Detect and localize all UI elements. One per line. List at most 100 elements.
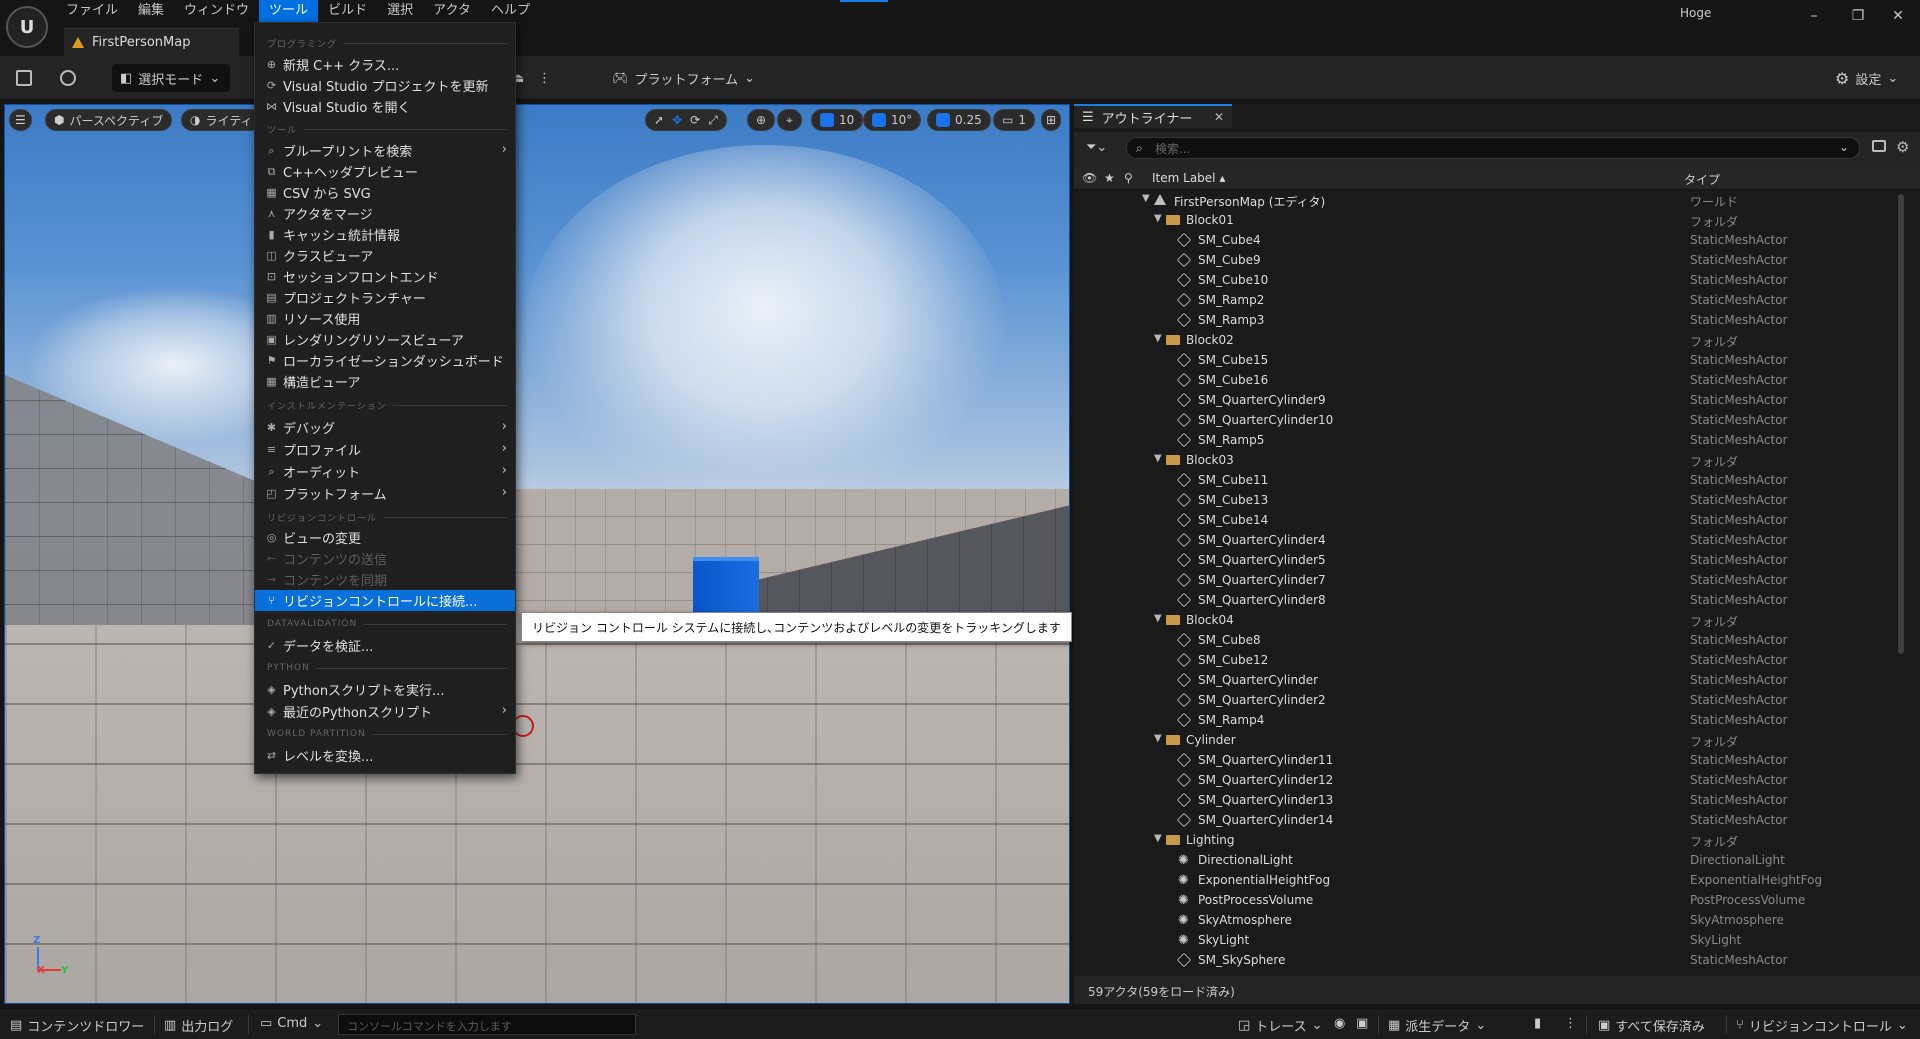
tree-row[interactable]: ✺ SkyAtmosphere SkyAtmosphere <box>1074 910 1902 930</box>
tree-row[interactable]: SM_QuarterCylinder5 StaticMeshActor <box>1074 550 1902 570</box>
tree-row[interactable]: SM_QuarterCylinder12 StaticMeshActor <box>1074 770 1902 790</box>
unreal-logo-icon[interactable]: U <box>6 6 48 48</box>
column-item-label[interactable]: Item Label ▴ <box>1152 171 1225 185</box>
tree-row[interactable]: SM_QuarterCylinder13 StaticMeshActor <box>1074 790 1902 810</box>
menu-cpp-header-preview[interactable]: ⧉ C++ヘッダプレビュー <box>255 161 515 182</box>
menu-debug[interactable]: ✱ デバッグ › <box>255 417 515 438</box>
menu-select[interactable]: 選択 <box>377 0 423 22</box>
menu-window[interactable]: ウィンドウ <box>174 0 259 22</box>
lighting-button[interactable]: ◑ ライティ <box>181 109 262 131</box>
screenshot-icon[interactable]: ▣ <box>1356 1016 1368 1031</box>
perspective-button[interactable]: ⬢ パースペクティブ <box>45 109 173 131</box>
tree-row[interactable]: ✺ PostProcessVolume PostProcessVolume <box>1074 890 1902 910</box>
save-icon[interactable] <box>16 64 32 92</box>
user-name[interactable]: Hoge <box>1680 6 1780 20</box>
star-icon[interactable]: ★ <box>1104 171 1115 185</box>
menu-csv-to-svg[interactable]: ▦ CSV から SVG <box>255 182 515 203</box>
world-local-toggle[interactable]: ⊕ <box>747 109 776 131</box>
tree-row[interactable]: SM_Cube10 StaticMeshActor <box>1074 270 1902 290</box>
tree-row[interactable]: SM_Ramp4 StaticMeshActor <box>1074 710 1902 730</box>
tree-row[interactable]: SM_Cube11 StaticMeshActor <box>1074 470 1902 490</box>
tree-row[interactable]: SM_QuarterCylinder9 StaticMeshActor <box>1074 390 1902 410</box>
browse-icon[interactable] <box>60 64 76 92</box>
close-window-icon[interactable]: ✕ <box>1876 0 1920 32</box>
add-folder-icon[interactable] <box>1872 140 1886 152</box>
tree-row[interactable]: SM_QuarterCylinder11 StaticMeshActor <box>1074 750 1902 770</box>
tree-row[interactable]: SM_Cube15 StaticMeshActor <box>1074 350 1902 370</box>
menu-project-launcher[interactable]: ▤ プロジェクトランチャー <box>255 287 515 308</box>
tree-row[interactable]: SM_QuarterCylinder10 StaticMeshActor <box>1074 410 1902 430</box>
tree-row[interactable]: ✺ SkyLight SkyLight <box>1074 930 1902 950</box>
camera-speed-button[interactable]: ▭ 1 <box>993 109 1035 131</box>
expand-arrow-icon[interactable]: ▼ <box>1154 833 1162 844</box>
blue-cube[interactable] <box>693 557 759 619</box>
menu-cache-stats[interactable]: ▮ キャッシュ統計情報 <box>255 224 515 245</box>
rotate-icon[interactable]: ⟳ <box>690 113 700 127</box>
rotation-snap-button[interactable]: 10° <box>863 109 922 131</box>
menu-recent-python[interactable]: ◈ 最近のPythonスクリプト › <box>255 701 515 722</box>
settings-button[interactable]: ⚙ 設定 ⌄ <box>1835 64 1898 92</box>
menu-sync-content[interactable]: → コンテンツを同期 <box>255 569 515 590</box>
menu-profile[interactable]: ≡ プロファイル › <box>255 439 515 460</box>
tree-row[interactable]: SM_QuarterCylinder7 StaticMeshActor <box>1074 570 1902 590</box>
menu-run-python[interactable]: ◈ Pythonスクリプトを実行... <box>255 679 515 700</box>
outliner-scrollbar[interactable] <box>1898 194 1904 654</box>
derived-data-button[interactable]: ▦ 派生データ ⌄ <box>1388 1016 1486 1035</box>
menu-localization-dashboard[interactable]: ⚑ ローカライゼーションダッシュボード <box>255 350 515 371</box>
level-tab[interactable]: FirstPersonMap <box>64 28 239 56</box>
more-icon[interactable]: ⋮ <box>1564 1016 1577 1031</box>
tree-row[interactable]: SM_QuarterCylinder2 StaticMeshActor <box>1074 690 1902 710</box>
menu-find-blueprint[interactable]: ⌕ ブループリントを検索 › <box>255 140 515 161</box>
surface-snap-toggle[interactable]: ⌖ <box>777 109 802 131</box>
tree-row[interactable]: SM_Ramp5 StaticMeshActor <box>1074 430 1902 450</box>
menu-merge-actors[interactable]: ⋏ アクタをマージ <box>255 203 515 224</box>
folder-row[interactable]: ▼ Block03 フォルダ <box>1074 450 1902 470</box>
menu-connect-revision-control[interactable]: ⑂ リビジョンコントロールに接続... <box>255 590 515 611</box>
tree-row[interactable]: SM_SkySphere StaticMeshActor <box>1074 950 1902 970</box>
stats-icon[interactable]: ▮ <box>1534 1016 1541 1031</box>
expand-arrow-icon[interactable]: ▼ <box>1154 453 1162 464</box>
menu-new-cpp-class[interactable]: ⊕ 新規 C++ クラス... <box>255 54 515 75</box>
folder-row[interactable]: ▼ Block04 フォルダ <box>1074 610 1902 630</box>
outliner-tab[interactable]: ☰ アウトライナー ✕ <box>1074 104 1232 128</box>
menu-validate-data[interactable]: ✓ データを検証... <box>255 635 515 656</box>
menu-open-vs[interactable]: ⋈ Visual Studio を開く <box>255 96 515 117</box>
menu-build[interactable]: ビルド <box>318 0 377 22</box>
tree-row[interactable]: ✺ DirectionalLight DirectionalLight <box>1074 850 1902 870</box>
expand-arrow-icon[interactable]: ▼ <box>1154 613 1162 624</box>
scale-snap-button[interactable]: 0.25 <box>927 109 991 131</box>
content-drawer-button[interactable]: ▤ コンテンツドロワー <box>10 1016 144 1035</box>
tree-row[interactable]: SM_QuarterCylinder14 StaticMeshActor <box>1074 810 1902 830</box>
close-tab-icon[interactable]: ✕ <box>1214 110 1224 124</box>
mode-select-dropdown[interactable]: ◧ 選択モード ⌄ <box>112 64 230 92</box>
outliner-search-input[interactable]: ⌕ 検索... ⌄ <box>1126 137 1860 159</box>
tree-row[interactable]: SM_Ramp2 StaticMeshActor <box>1074 290 1902 310</box>
tree-row[interactable]: SM_Cube12 StaticMeshActor <box>1074 650 1902 670</box>
minimize-icon[interactable]: – <box>1792 0 1836 32</box>
menu-edit[interactable]: 編集 <box>128 0 174 22</box>
menu-struct-viewer[interactable]: ▦ 構造ビューア <box>255 371 515 392</box>
menu-view-changes[interactable]: ◎ ビューの変更 <box>255 527 515 548</box>
tree-row[interactable]: ✺ ExponentialHeightFog ExponentialHeightFo… <box>1074 870 1902 890</box>
menu-audit[interactable]: ⌕ オーディット › <box>255 461 515 482</box>
tree-row[interactable]: SM_Cube8 StaticMeshActor <box>1074 630 1902 650</box>
platform-button[interactable]: 🎮︎ プラットフォーム ⌄ <box>612 64 755 92</box>
folder-row[interactable]: ▼ Block01 フォルダ <box>1074 210 1902 230</box>
tree-row[interactable]: SM_Cube4 StaticMeshActor <box>1074 230 1902 250</box>
tree-row[interactable]: ▼ FirstPersonMap (エディタ) ワールド <box>1074 190 1902 210</box>
tree-row[interactable]: SM_Cube16 StaticMeshActor <box>1074 370 1902 390</box>
menu-render-resource-viewer[interactable]: ▣ レンダリングリソースビューア <box>255 329 515 350</box>
folder-row[interactable]: ▼ Lighting フォルダ <box>1074 830 1902 850</box>
folder-row[interactable]: ▼ Cylinder フォルダ <box>1074 730 1902 750</box>
visibility-eye-icon[interactable]: 👁︎ <box>1082 171 1097 185</box>
viewport-layout-button[interactable]: ⊞ <box>1041 109 1062 131</box>
record-icon[interactable]: ◉ <box>1334 1016 1345 1031</box>
menu-actor[interactable]: アクタ <box>423 0 481 22</box>
save-all-button[interactable]: ▣ すべて保存済み <box>1598 1016 1705 1035</box>
level-viewport[interactable]: ☰ ⬢ パースペクティブ ◑ ライティ ➚ ✥ ⟳ ⤢ ⊕ ⌖ 10 10° 0… <box>4 104 1070 1004</box>
folder-row[interactable]: ▼ Block02 フォルダ <box>1074 330 1902 350</box>
menu-file[interactable]: ファイル <box>56 0 128 22</box>
output-log-button[interactable]: ▥ 出力ログ <box>164 1016 233 1035</box>
menu-convert-level[interactable]: ⇄ レベルを変換... <box>255 745 515 766</box>
restore-icon[interactable]: ❐ <box>1836 0 1880 32</box>
